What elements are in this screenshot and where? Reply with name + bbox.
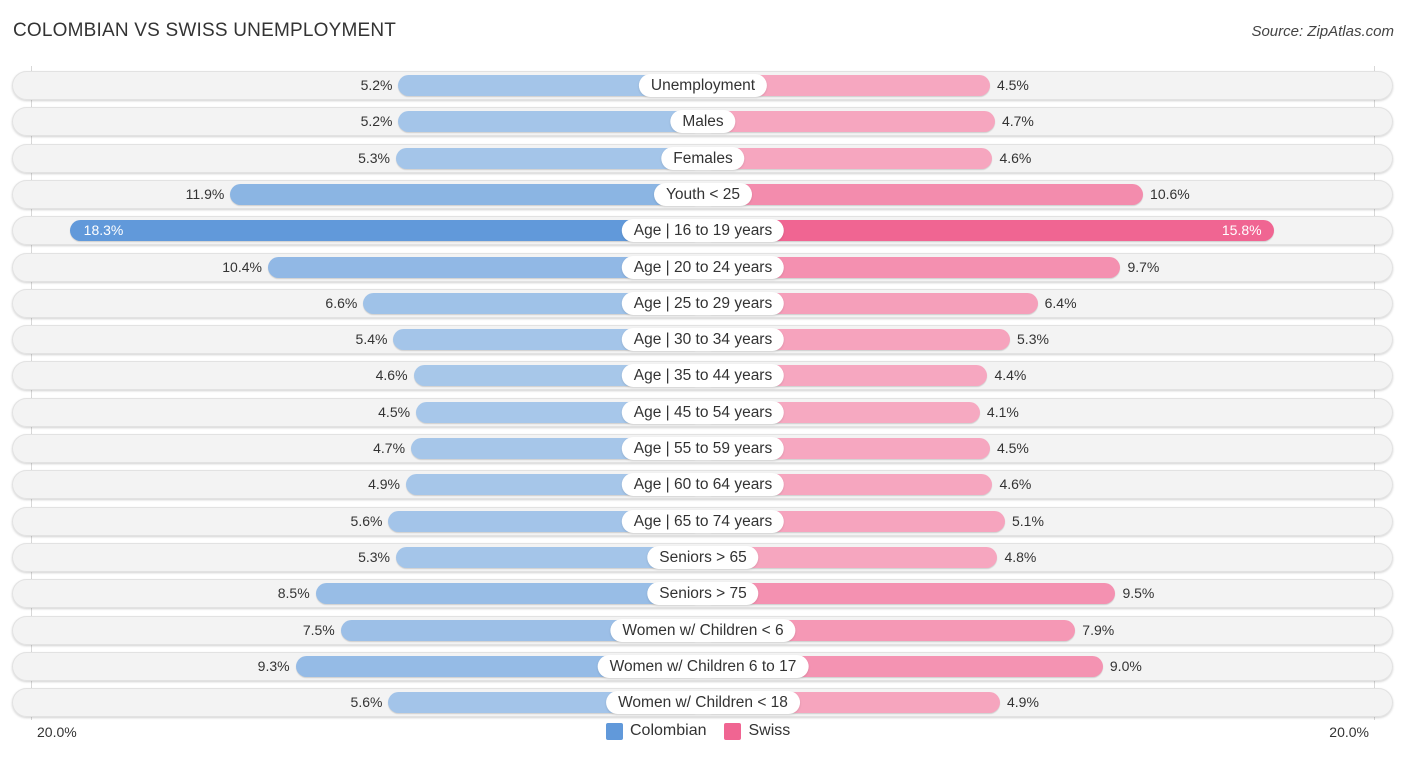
value-label-colombian: 6.6% xyxy=(325,294,358,311)
value-label-swiss: 4.7% xyxy=(1001,113,1034,130)
legend-label-swiss: Swiss xyxy=(748,722,791,739)
category-label: Age | 20 to 24 years xyxy=(621,255,785,279)
value-label-colombian: 5.4% xyxy=(355,331,388,348)
category-label: Women w/ Children < 18 xyxy=(606,691,800,715)
value-label-colombian: 18.3% xyxy=(83,222,124,239)
value-label-swiss: 5.3% xyxy=(1017,331,1049,348)
value-label-colombian: 5.2% xyxy=(360,113,393,130)
chart-title: COLOMBIAN VS SWISS UNEMPLOYMENT xyxy=(13,20,397,41)
value-label-swiss: 7.9% xyxy=(1082,621,1115,638)
category-label: Unemployment xyxy=(638,74,768,97)
axis-label-left: 20.0% xyxy=(37,724,77,740)
value-label-colombian: 5.3% xyxy=(358,548,390,565)
category-label: Women w/ Children 6 to 17 xyxy=(597,654,809,678)
bar-colombian[interactable] xyxy=(315,583,703,605)
legend-swatch-swiss xyxy=(724,722,742,740)
value-label-colombian: 10.4% xyxy=(222,258,262,275)
value-label-colombian: 4.6% xyxy=(375,367,408,384)
value-label-colombian: 9.3% xyxy=(257,657,290,674)
category-label: Age | 65 to 74 years xyxy=(621,509,785,533)
axis-label-right: 20.0% xyxy=(1329,724,1369,740)
value-label-swiss: 4.9% xyxy=(1006,694,1039,711)
value-label-colombian: 5.6% xyxy=(350,694,383,711)
value-label-colombian: 11.9% xyxy=(185,185,225,202)
value-label-colombian: 4.9% xyxy=(368,476,401,493)
value-label-swiss: 9.0% xyxy=(1109,657,1142,674)
category-label: Age | 25 to 29 years xyxy=(621,291,785,315)
legend-item-colombian[interactable]: Colombian xyxy=(606,722,706,740)
category-label: Seniors > 75 xyxy=(647,582,759,606)
category-label: Age | 60 to 64 years xyxy=(621,473,785,497)
legend-item-swiss[interactable]: Swiss xyxy=(724,722,790,740)
bar-swiss[interactable] xyxy=(703,583,1116,605)
value-label-swiss: 9.5% xyxy=(1122,585,1155,602)
bar-colombian[interactable] xyxy=(398,111,703,133)
bar-colombian[interactable] xyxy=(230,183,703,205)
bar-colombian[interactable] xyxy=(395,147,703,169)
bar-swiss[interactable] xyxy=(703,183,1144,205)
legend: Colombian Swiss xyxy=(606,722,808,740)
bar-colombian[interactable] xyxy=(69,220,703,242)
value-label-colombian: 5.6% xyxy=(350,512,383,529)
category-label: Women w/ Children < 6 xyxy=(610,618,796,642)
value-label-colombian: 8.5% xyxy=(277,585,310,602)
value-label-swiss: 10.6% xyxy=(1150,185,1190,202)
category-label: Age | 35 to 44 years xyxy=(621,364,785,388)
category-label: Age | 30 to 34 years xyxy=(621,328,785,352)
bar-swiss[interactable] xyxy=(703,147,993,169)
value-label-swiss: 4.1% xyxy=(986,403,1019,420)
category-label: Age | 45 to 54 years xyxy=(621,400,785,424)
value-label-colombian: 5.3% xyxy=(358,149,390,166)
legend-swatch-colombian xyxy=(606,722,623,740)
value-label-colombian: 4.5% xyxy=(378,403,411,420)
category-label: Seniors > 65 xyxy=(647,545,759,569)
category-label: Age | 55 to 59 years xyxy=(621,437,785,460)
value-label-swiss: 4.5% xyxy=(996,440,1029,456)
legend-label-colombian: Colombian xyxy=(630,722,707,739)
source-credit: Source: ZipAtlas.com xyxy=(1251,23,1394,40)
value-label-swiss: 4.6% xyxy=(999,476,1032,493)
value-label-colombian: 5.2% xyxy=(360,77,393,93)
value-label-swiss: 5.1% xyxy=(1012,512,1044,529)
category-label: Youth < 25 xyxy=(654,182,752,206)
value-label-swiss: 9.7% xyxy=(1127,258,1160,275)
value-label-swiss: 15.8% xyxy=(1221,222,1262,239)
value-label-swiss: 4.6% xyxy=(999,149,1032,166)
category-label: Males xyxy=(670,110,736,134)
bar-swiss[interactable] xyxy=(703,220,1274,242)
category-label: Age | 16 to 19 years xyxy=(621,219,785,243)
value-label-swiss: 6.4% xyxy=(1044,294,1077,311)
value-label-swiss: 4.5% xyxy=(996,77,1029,93)
value-label-swiss: 4.4% xyxy=(994,367,1027,384)
category-label: Females xyxy=(661,146,745,170)
bar-swiss[interactable] xyxy=(703,111,995,133)
value-label-swiss: 4.8% xyxy=(1004,548,1037,565)
value-label-colombian: 7.5% xyxy=(302,621,335,638)
value-label-colombian: 4.7% xyxy=(373,440,406,456)
